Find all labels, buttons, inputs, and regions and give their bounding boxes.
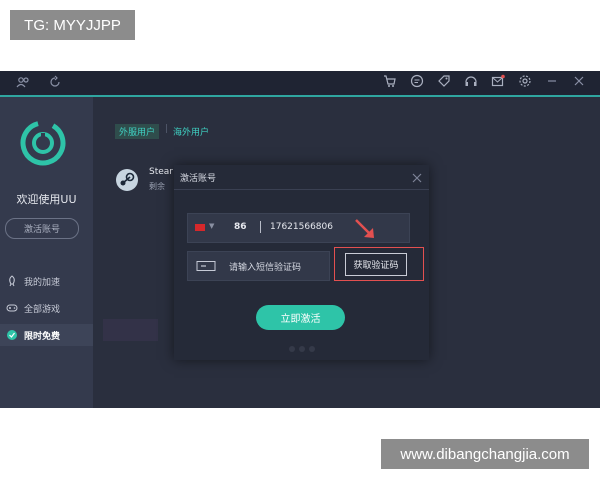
activate-account-button[interactable]: 激活账号 — [5, 218, 79, 239]
dialog-title: 激活账号 — [180, 174, 217, 184]
china-flag-icon[interactable] — [195, 224, 205, 231]
phone-number-input[interactable]: 17621566806 — [270, 222, 333, 232]
close-icon[interactable] — [572, 74, 586, 88]
sidebar-item-label: 限时免费 — [24, 331, 61, 342]
sidebar-item-limited-free[interactable]: 限时免费 — [0, 324, 93, 346]
tag-icon[interactable] — [437, 74, 451, 88]
sidebar-item-label: 全部游戏 — [24, 304, 61, 315]
watermark-bottom-right: www.dibangchangjia.com — [381, 439, 589, 469]
welcome-text: 欢迎使用UU — [16, 193, 77, 206]
red-arrow-icon — [354, 218, 380, 244]
minimize-icon[interactable] — [545, 74, 559, 88]
cart-icon[interactable] — [383, 74, 397, 88]
country-code: 86 — [234, 222, 247, 232]
uu-logo-icon — [19, 119, 67, 167]
gift-icon — [6, 329, 18, 341]
sidebar-item-all-games[interactable]: 全部游戏 — [0, 297, 93, 319]
tab-overseas-users[interactable]: 海外用户 — [173, 125, 209, 138]
sidebar-item-label: 我的加速 — [24, 277, 61, 288]
rocket-icon — [6, 275, 18, 287]
steam-icon — [115, 168, 139, 192]
dialog-header: 激活账号 — [174, 165, 429, 190]
refresh-icon[interactable] — [48, 75, 62, 89]
gamepad-icon — [6, 302, 18, 314]
close-icon[interactable] — [411, 169, 423, 183]
get-code-button[interactable]: 获取验证码 — [345, 253, 407, 276]
background-button — [103, 319, 158, 341]
settings-icon[interactable] — [518, 74, 532, 88]
message-icon[interactable] — [410, 74, 424, 88]
activate-now-button[interactable]: 立即激活 — [256, 305, 345, 330]
text-cursor — [260, 221, 261, 233]
activate-account-dialog: 激活账号 ▼ 86 17621566806 请输入短信验证码 获取验证码 立即激… — [174, 165, 429, 360]
headset-icon[interactable] — [464, 74, 478, 88]
game-subtitle: 剩余 — [149, 182, 165, 191]
sidebar: 欢迎使用UU 激活账号 我的加速 全部游戏 限时免费 — [0, 97, 93, 408]
sms-code-input-row[interactable]: 请输入短信验证码 — [187, 251, 330, 281]
mail-icon[interactable] — [491, 74, 505, 88]
title-bar — [0, 71, 600, 97]
tab-separator: | — [165, 124, 169, 134]
users-icon[interactable] — [16, 75, 30, 89]
sms-code-icon — [195, 260, 217, 272]
game-name: Stear — [149, 167, 173, 177]
tab-domestic-users[interactable]: 外服用户 — [115, 124, 160, 139]
sidebar-item-my-boost[interactable]: 我的加速 — [0, 270, 93, 292]
loading-indicator — [282, 339, 322, 352]
sms-code-input[interactable]: 请输入短信验证码 — [229, 260, 301, 273]
chevron-down-icon[interactable]: ▼ — [209, 222, 214, 230]
watermark-top-left: TG: MYYJJPP — [10, 10, 135, 40]
